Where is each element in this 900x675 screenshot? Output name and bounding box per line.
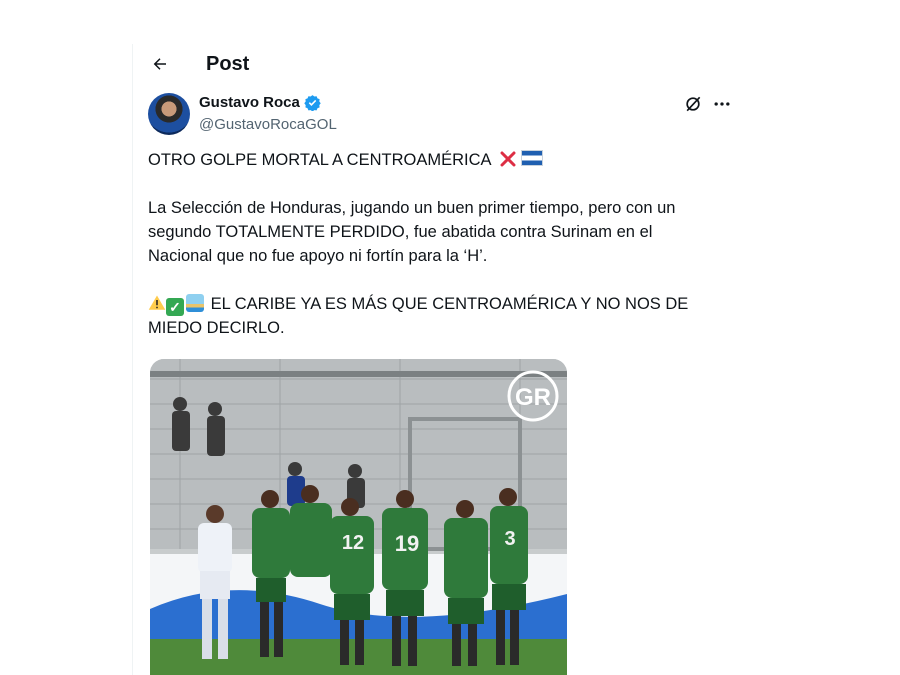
watermark-text: GR bbox=[515, 384, 551, 411]
warning-emoji bbox=[148, 295, 166, 310]
post-photo[interactable]: 12 19 3 GR bbox=[150, 359, 567, 675]
post-paragraph-2: La Selección de Honduras, jugando un bue… bbox=[148, 199, 676, 265]
post-header: Post bbox=[150, 48, 249, 80]
jersey-number: 12 bbox=[342, 532, 364, 554]
post-paragraph-3: ✓ EL CARIBE YA ES MÁS QUE CENTROAMÉRICA … bbox=[148, 292, 718, 340]
column-divider bbox=[132, 44, 133, 675]
avatar[interactable] bbox=[148, 93, 190, 135]
post-line-3: EL CARIBE YA ES MÁS QUE CENTROAMÉRICA Y … bbox=[148, 295, 689, 337]
author-handle[interactable]: @GustavoRocaGOL bbox=[199, 116, 337, 133]
cross-mark-emoji bbox=[500, 151, 516, 167]
jersey-number: 3 bbox=[504, 528, 515, 550]
honduras-flag-emoji bbox=[521, 150, 544, 166]
post-text: OTRO GOLPE MORTAL A CENTROAMÉRICA La Sel… bbox=[148, 148, 718, 364]
verified-badge-icon bbox=[304, 95, 321, 111]
more-icon[interactable] bbox=[712, 94, 732, 114]
page-title: Post bbox=[206, 52, 250, 75]
arrow-left-icon[interactable] bbox=[150, 54, 170, 74]
post-paragraph-1: OTRO GOLPE MORTAL A CENTROAMÉRICA bbox=[148, 148, 718, 172]
post-line-1: OTRO GOLPE MORTAL A CENTROAMÉRICA bbox=[148, 151, 491, 169]
author-name-row: Gustavo Roca bbox=[199, 94, 321, 111]
grok-icon[interactable] bbox=[683, 94, 703, 114]
check-mark-emoji: ✓ bbox=[166, 298, 184, 316]
desert-island-emoji bbox=[186, 294, 204, 312]
jersey-number: 19 bbox=[395, 531, 419, 556]
author-name[interactable]: Gustavo Roca bbox=[199, 94, 300, 111]
